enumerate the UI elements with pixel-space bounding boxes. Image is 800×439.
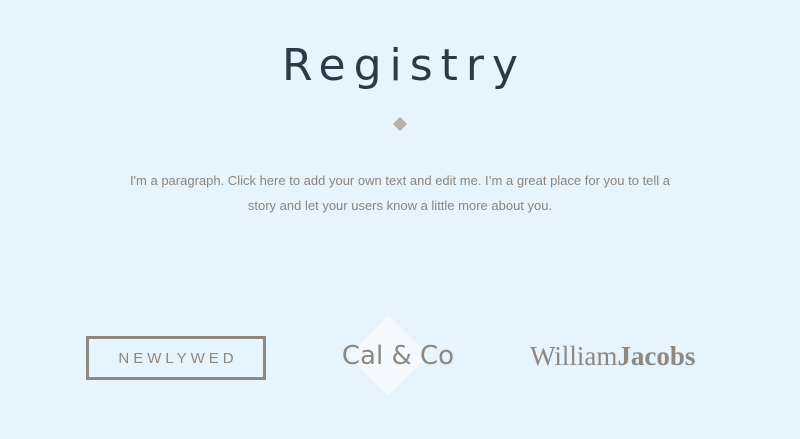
newlywed-logo-text: NEWLYWED — [118, 349, 238, 367]
cal-and-co-logo[interactable]: Cal & Co — [318, 338, 478, 374]
diamond-divider-icon — [392, 116, 408, 132]
intro-paragraph: I'm a paragraph. Click here to add your … — [129, 173, 671, 213]
william-logo-text: William — [530, 341, 618, 371]
jacobs-logo-text: Jacobs — [617, 341, 696, 371]
page-title: Registry — [281, 40, 527, 91]
william-jacobs-logo[interactable]: WilliamJacobs — [530, 338, 720, 374]
cal-and-co-logo-text: Cal & Co — [341, 341, 455, 371]
newlywed-logo[interactable]: NEWLYWED — [86, 336, 266, 380]
registry-logos: NEWLYWED Cal & Co WilliamJacobs — [0, 300, 800, 420]
